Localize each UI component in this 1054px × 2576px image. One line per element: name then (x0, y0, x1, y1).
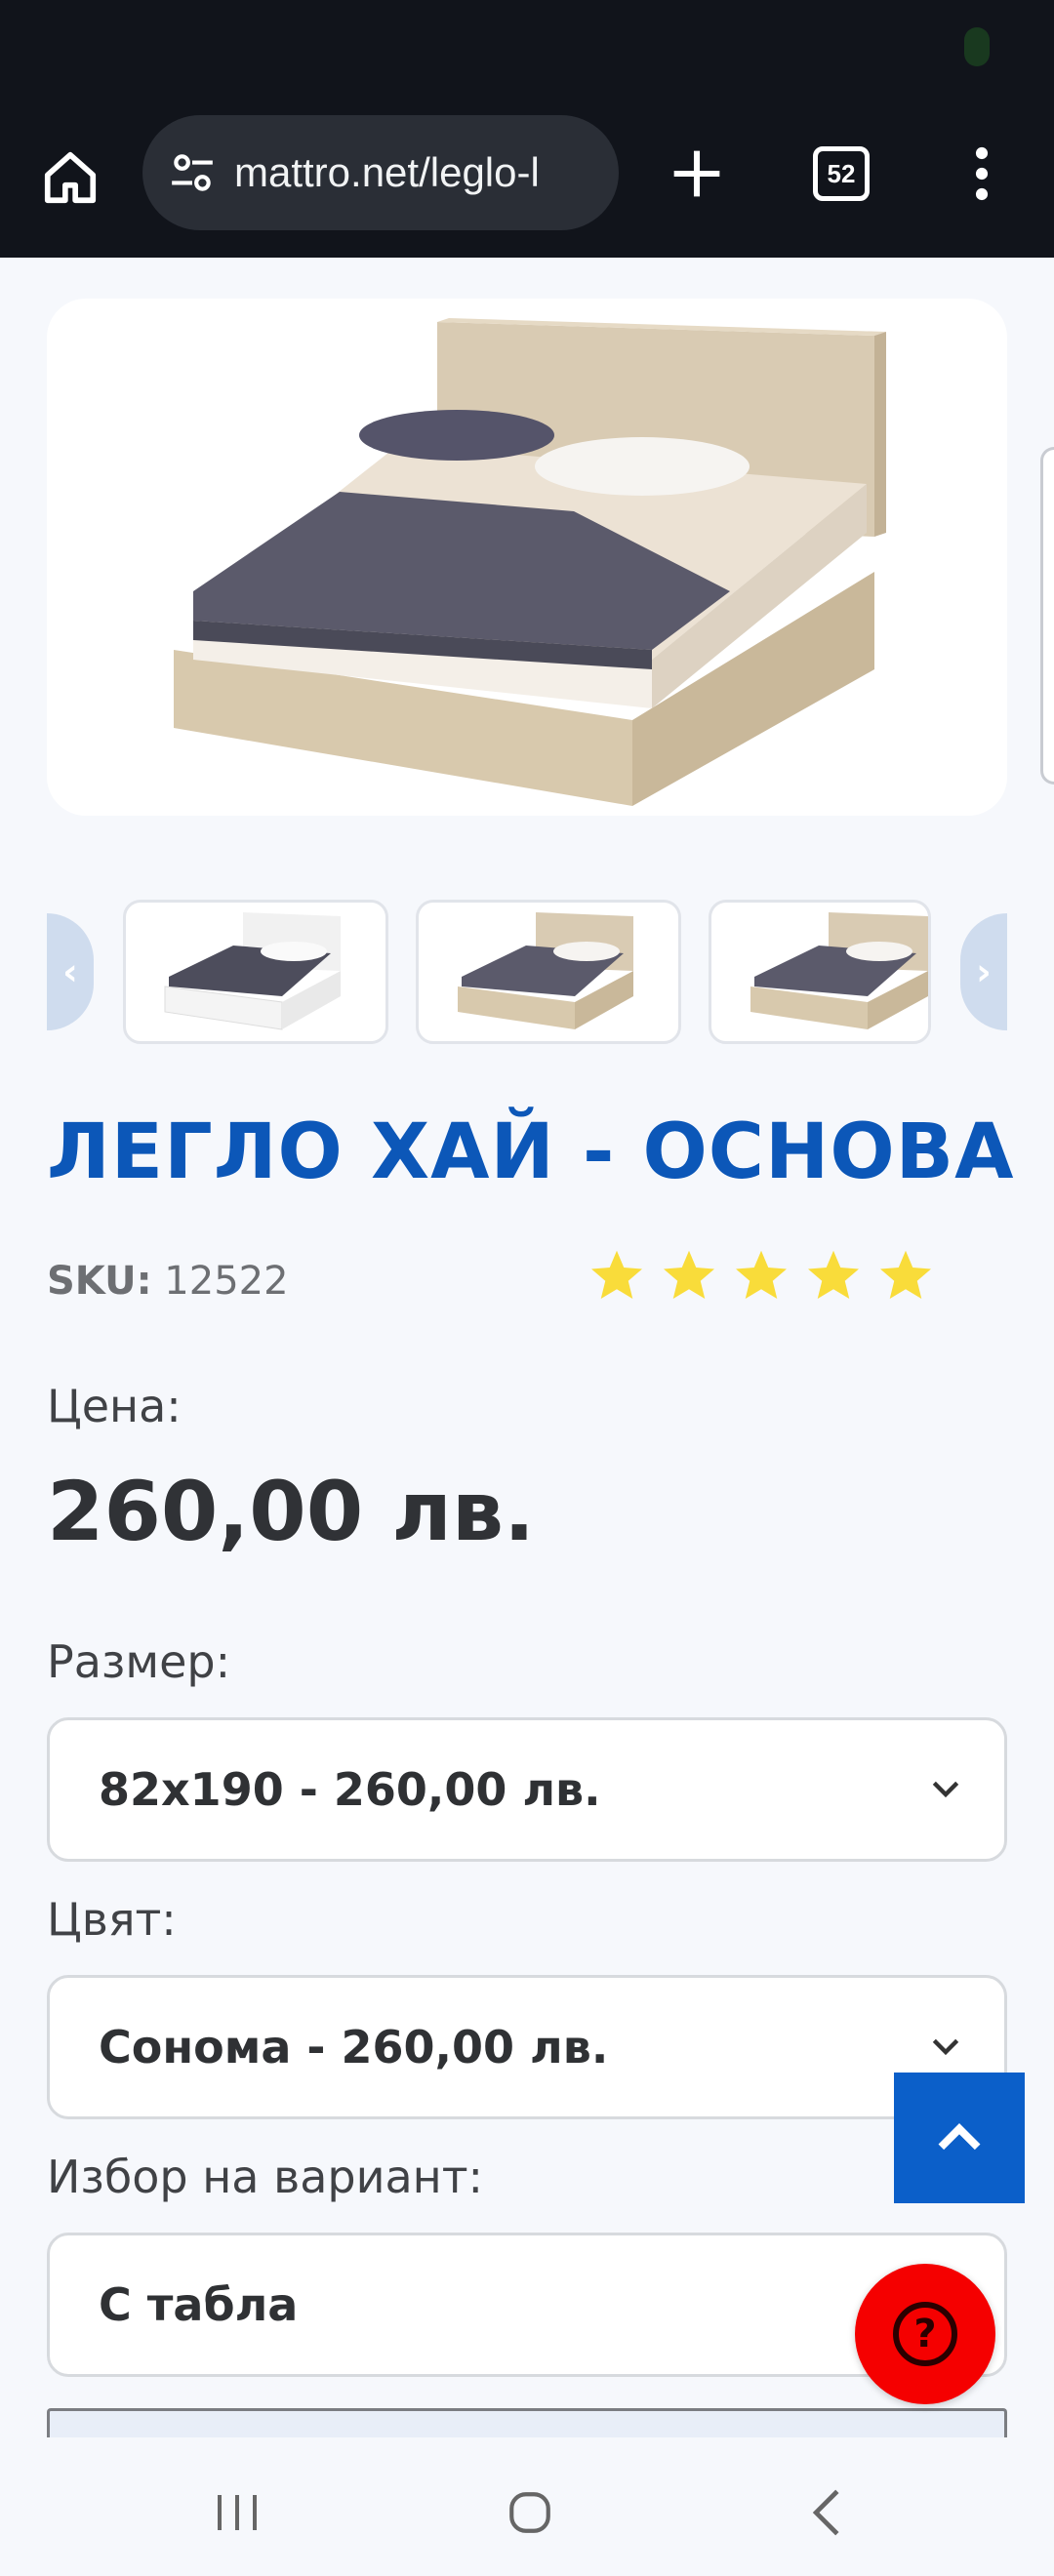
more-vert-icon (975, 146, 989, 201)
thumbnail-sonoma-2[interactable] (709, 900, 931, 1044)
star-icon (664, 1250, 714, 1299)
thumbnail-next-button[interactable]: › (960, 913, 1007, 1030)
tab-count: 52 (813, 146, 870, 201)
help-icon: ? (893, 2302, 957, 2366)
chevron-down-icon (932, 1781, 959, 1798)
size-select-value: 82x190 - 260,00 лв. (99, 1763, 601, 1816)
sku-value: 12522 (164, 1259, 289, 1304)
back-icon (812, 2489, 839, 2536)
scroll-to-top-button[interactable] (894, 2073, 1025, 2203)
size-label: Размер: (47, 1635, 231, 1688)
tab-switcher-button[interactable]: 52 (800, 133, 882, 215)
browser-toolbar: mattro.net/leglo-l 52 (0, 0, 1054, 258)
color-label: Цвят: (47, 1893, 177, 1946)
thumbnail-white[interactable] (123, 900, 388, 1044)
chevron-right-icon: › (976, 950, 992, 993)
plus-icon (673, 150, 720, 197)
chevron-left-icon: ‹ (62, 950, 78, 993)
status-indicator (964, 27, 990, 66)
chevron-down-icon (932, 2038, 959, 2056)
star-icon (808, 1250, 859, 1299)
thumbnail-sonoma-1[interactable] (416, 900, 681, 1044)
size-select[interactable]: 82x190 - 260,00 лв. (47, 1717, 1007, 1862)
product-title: ЛЕГЛО ХАЙ - ОСНОВА (47, 1108, 1015, 1196)
color-select[interactable]: Сонома - 260,00 лв. (47, 1975, 1007, 2119)
home-button[interactable] (29, 137, 111, 219)
thumbnail-prev-button[interactable]: ‹ (47, 913, 94, 1030)
rating-stars[interactable] (588, 1247, 935, 1306)
price-label: Цена: (47, 1380, 182, 1432)
back-button[interactable] (792, 2478, 861, 2547)
address-bar[interactable]: mattro.net/leglo-l (142, 115, 619, 230)
product-main-image[interactable] (47, 299, 1007, 816)
color-select-value: Сонома - 260,00 лв. (99, 2021, 609, 2073)
home-icon (44, 151, 97, 204)
help-button[interactable]: ? (855, 2264, 995, 2404)
variant-label: Избор на вариант: (47, 2151, 484, 2203)
star-icon (591, 1250, 642, 1299)
star-icon (736, 1250, 787, 1299)
new-tab-button[interactable] (656, 133, 738, 215)
sku-label: SKU: (47, 1259, 152, 1304)
home-nav-icon (509, 2492, 550, 2533)
add-to-cart-section (47, 2408, 1007, 2437)
url-text: mattro.net/leglo-l (234, 149, 540, 195)
tune-icon[interactable] (164, 144, 221, 201)
variant-select-value: С табла (99, 2278, 299, 2331)
recents-icon (218, 2495, 257, 2530)
gallery-scroll-handle[interactable] (1040, 447, 1054, 785)
star-icon (880, 1250, 931, 1299)
home-nav-button[interactable] (496, 2478, 564, 2547)
recents-button[interactable] (203, 2478, 271, 2547)
system-navigation-bar (0, 2439, 1054, 2576)
more-menu-button[interactable] (945, 133, 1019, 215)
sku: SKU: 12522 (47, 1259, 289, 1304)
product-price: 260,00 лв. (47, 1464, 535, 1559)
chevron-up-icon (938, 2123, 981, 2151)
